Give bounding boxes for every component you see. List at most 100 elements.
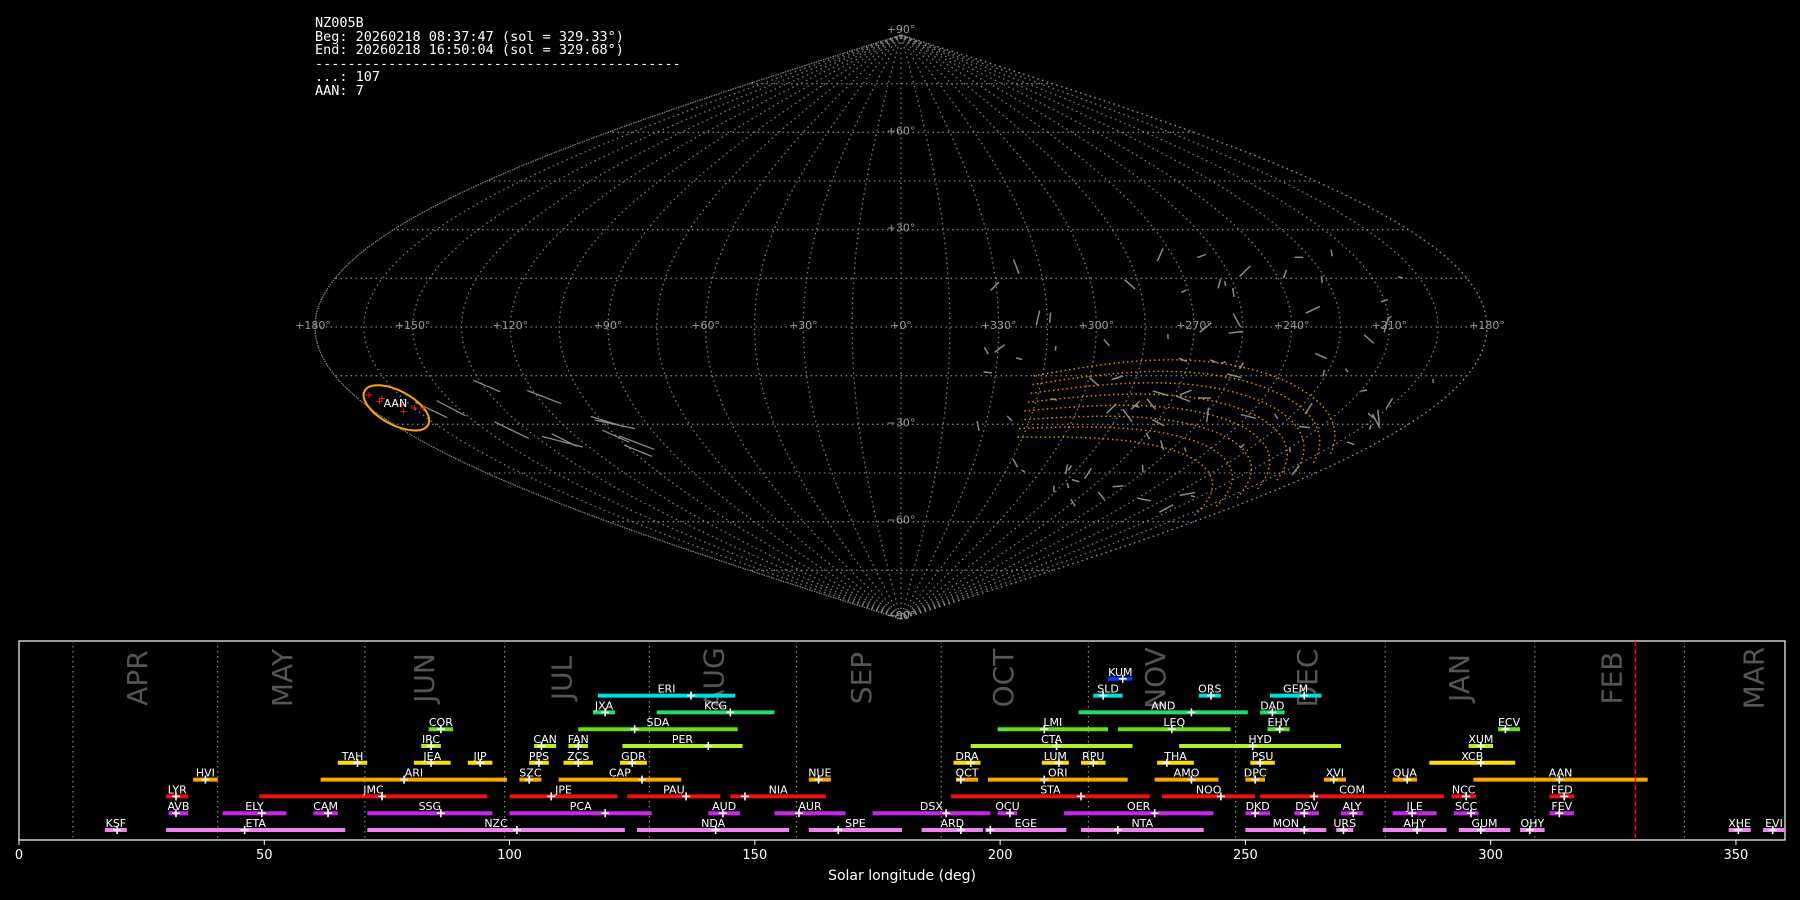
shower-label: OCU <box>995 800 1019 813</box>
lon-tick-label: +240° <box>1274 319 1310 332</box>
shower-xhe: XHE <box>1728 817 1751 834</box>
meteor-trace <box>1071 478 1080 483</box>
shower-jxa: JXA <box>592 699 616 717</box>
meteor-trace <box>494 421 529 440</box>
shower-label: JXA <box>594 699 614 712</box>
shower-label: PSU <box>1252 750 1274 763</box>
meteor-trace <box>1363 334 1375 344</box>
shower-dra: DRA <box>953 750 981 767</box>
shower-label: HYD <box>1248 733 1271 746</box>
shower-label: GDR <box>621 750 646 763</box>
x-tick-label: 100 <box>497 848 522 863</box>
meteor-trace <box>1232 313 1242 328</box>
shower-label: AHY <box>1403 817 1426 830</box>
shower-irc: IRC <box>421 733 441 750</box>
shower-gdr: GDR <box>619 750 647 767</box>
shower-label: DAD <box>1260 699 1284 712</box>
shower-label: LYR <box>168 783 187 796</box>
month-label: DEC <box>1291 649 1324 708</box>
shower-label: LMI <box>1043 716 1062 729</box>
meteor-trace <box>1183 447 1187 452</box>
lon-tick-label: +330° <box>981 319 1017 332</box>
x-tick-label: 0 <box>15 848 23 863</box>
shower-kum: KUM <box>1108 666 1133 683</box>
shower-oct: OCT <box>955 767 979 784</box>
meridian-line <box>900 34 1195 620</box>
meteor-trace <box>1012 259 1020 274</box>
shower-label: PPS <box>529 750 549 763</box>
shower-qua: QUA <box>1392 767 1418 784</box>
shower-label: ARI <box>405 767 423 780</box>
shower-label: CAN <box>533 733 556 746</box>
month-label: APR <box>121 650 154 706</box>
lon-tick-label: +120° <box>492 319 528 332</box>
x-axis-label: Solar longitude (deg) <box>828 868 976 884</box>
meteor-trace <box>1070 498 1076 507</box>
meteor-trace <box>1217 278 1222 289</box>
shower-tah: TAH <box>337 750 368 767</box>
shower-label: ARD <box>940 817 964 830</box>
lon-tick-label: +210° <box>1371 319 1407 332</box>
shower-aly: ALY <box>1341 800 1364 818</box>
meteor-trace <box>473 379 501 393</box>
shower-label: NIA <box>769 783 788 796</box>
aan-meteor-trace <box>1017 426 1234 507</box>
meteor-trace <box>1176 395 1191 403</box>
shower-ocu: OCU <box>995 800 1020 818</box>
shower-label: NUE <box>808 767 831 780</box>
lat-tick-label: +90° <box>887 23 916 36</box>
meteor-trace <box>1346 441 1355 446</box>
shower-label: AVB <box>167 800 189 813</box>
lon-tick-label: +180° <box>1469 319 1505 332</box>
meteor-trace <box>1111 375 1124 381</box>
shower-zcs: ZCS <box>563 750 593 767</box>
shower-label: COM <box>1339 783 1365 796</box>
meteor-trace <box>1240 413 1256 420</box>
lon-tick-label: +300° <box>1078 319 1114 332</box>
aan-radiant-label: AAN <box>384 397 408 410</box>
aan-radiant-point: + <box>419 403 427 414</box>
shower-label: AND <box>1151 699 1175 712</box>
shower-dkd: DKD <box>1245 800 1270 818</box>
meteor-trace <box>1158 504 1174 513</box>
shower-label: ZCS <box>567 750 589 763</box>
meteor-trace <box>1274 413 1279 420</box>
shower-label: OCT <box>955 767 978 780</box>
month-label: MAR <box>1738 647 1771 710</box>
meteor-trace <box>594 419 635 430</box>
x-tick-label: 50 <box>256 848 273 863</box>
shower-label: IRC <box>422 733 440 746</box>
shower-aud: AUD <box>708 800 741 818</box>
meteor-trace <box>1012 458 1019 468</box>
shower-label: EGE <box>1015 817 1037 830</box>
shower-dad: DAD <box>1260 699 1285 717</box>
shower-can: CAN <box>533 733 557 750</box>
meteor-trace <box>436 399 466 417</box>
meteor-trace <box>1282 269 1288 279</box>
shower-label: DSV <box>1295 800 1318 813</box>
shower-label: CTA <box>1041 733 1063 746</box>
meteor-trace <box>1314 352 1327 360</box>
meteor-trace <box>1067 465 1073 471</box>
meteor-trace <box>1179 491 1196 497</box>
x-tick-label: 250 <box>1233 848 1258 863</box>
shower-label: JLE <box>1405 800 1422 813</box>
lon-tick-label: +180° <box>295 319 331 332</box>
meteor-trace <box>1322 369 1326 377</box>
shower-label: ALY <box>1343 800 1362 813</box>
shower-ksf: KSF <box>104 817 127 834</box>
shower-label: QUA <box>1393 767 1418 780</box>
lon-tick-label: +0° <box>890 319 912 332</box>
meteor-trace <box>1156 248 1164 262</box>
shower-label: GEM <box>1283 683 1308 696</box>
shower-label: EHY <box>1268 716 1290 729</box>
month-label: SEP <box>845 652 878 704</box>
lon-tick-label: +30° <box>789 319 818 332</box>
shower-label: KSF <box>106 817 127 830</box>
meteor-trace <box>990 281 1000 291</box>
meteor-trace <box>1432 378 1435 384</box>
lat-tick-label: −30° <box>887 416 916 429</box>
shower-label: JPE <box>554 783 572 796</box>
meteor-trace <box>983 346 989 355</box>
meteor-trace <box>602 429 630 443</box>
